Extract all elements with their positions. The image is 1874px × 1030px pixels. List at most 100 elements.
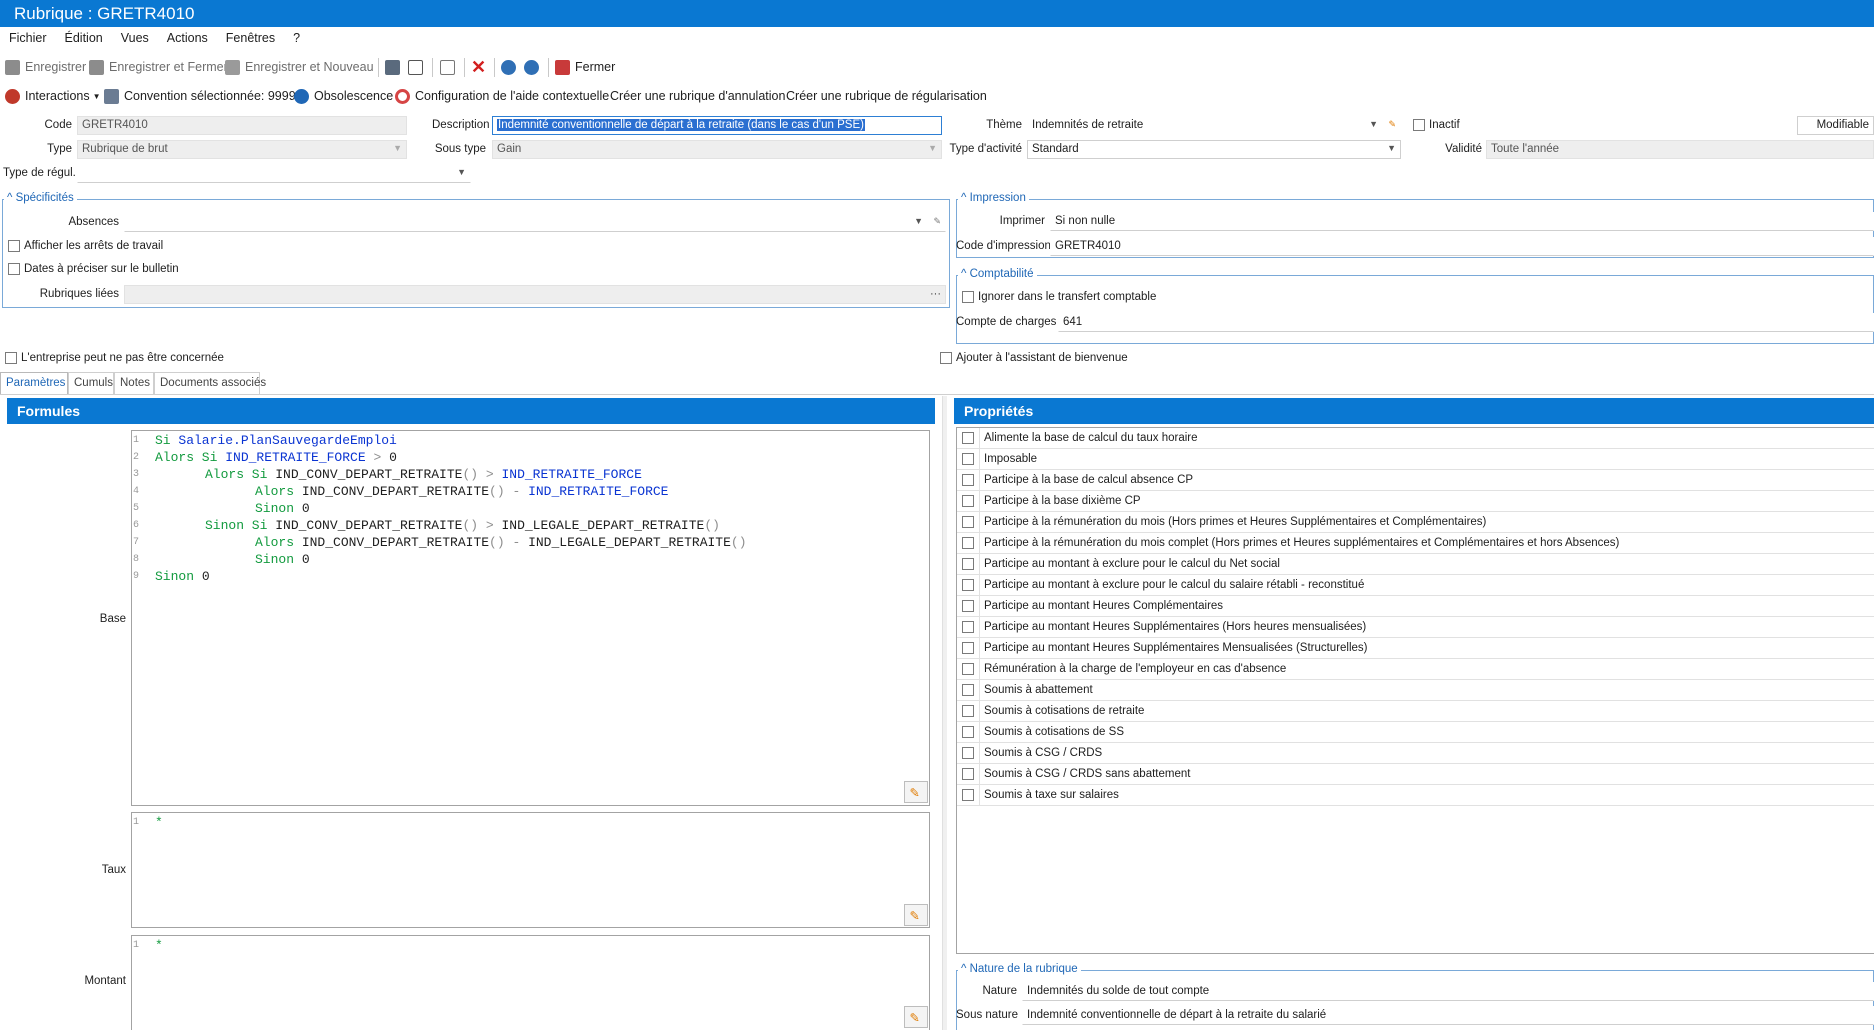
- imprimer-select[interactable]: Si non nulle: [1050, 212, 1874, 231]
- property-row[interactable]: Soumis à cotisations de retraite: [957, 701, 1874, 722]
- tab-parametres[interactable]: Paramètres: [0, 372, 68, 394]
- property-row[interactable]: Participe au montant Heures Complémentai…: [957, 596, 1874, 617]
- description-field[interactable]: Indemnité conventionnelle de départ à la…: [492, 116, 942, 135]
- property-checkbox[interactable]: [962, 558, 974, 570]
- tab-documents[interactable]: Documents associés: [154, 372, 266, 394]
- property-checkbox[interactable]: [962, 642, 974, 654]
- property-checkbox[interactable]: [962, 453, 974, 465]
- property-row[interactable]: Rémunération à la charge de l'employeur …: [957, 659, 1874, 680]
- property-checkbox[interactable]: [962, 600, 974, 612]
- help-config-button[interactable]: Configuration de l'aide contextuelle: [395, 86, 609, 106]
- property-row[interactable]: Participe au montant à exclure pour le c…: [957, 575, 1874, 596]
- taux-edit-button[interactable]: ✎: [904, 904, 928, 926]
- property-checkbox[interactable]: [962, 537, 974, 549]
- property-row[interactable]: Soumis à taxe sur salaires: [957, 785, 1874, 806]
- next-button[interactable]: [524, 57, 544, 77]
- property-checkbox[interactable]: [962, 474, 974, 486]
- sous-nature-field[interactable]: Indemnité conventionnelle de départ à la…: [1022, 1006, 1874, 1025]
- type-activite-select[interactable]: Standard ▼: [1027, 140, 1401, 159]
- property-label: Imposable: [984, 453, 1038, 465]
- property-row[interactable]: Participe à la base dixième CP: [957, 491, 1874, 512]
- property-row[interactable]: Soumis à CSG / CRDS sans abattement: [957, 764, 1874, 785]
- property-row[interactable]: Participe au montant à exclure pour le c…: [957, 554, 1874, 575]
- sous-nature-label: Sous nature: [956, 1009, 1019, 1021]
- montant-edit-button[interactable]: ✎: [904, 1006, 928, 1028]
- save-close-button[interactable]: Enregistrer et Fermer: [89, 57, 228, 77]
- assistant-checkbox[interactable]: [940, 352, 952, 364]
- property-checkbox[interactable]: [962, 789, 974, 801]
- copy-button[interactable]: [440, 57, 460, 77]
- property-checkbox[interactable]: [962, 516, 974, 528]
- code-impression-field[interactable]: GRETR4010: [1050, 237, 1874, 256]
- type-regul-select[interactable]: ▼: [77, 164, 471, 183]
- ignorer-checkbox[interactable]: [962, 291, 974, 303]
- menu-fenetres[interactable]: Fenêtres: [217, 28, 284, 48]
- close-button[interactable]: Fermer: [555, 57, 615, 77]
- property-checkbox[interactable]: [962, 705, 974, 717]
- chevron-down-icon: ▼: [457, 167, 466, 177]
- property-row[interactable]: Participe à la rémunération du mois comp…: [957, 533, 1874, 554]
- code-field[interactable]: GRETR4010: [77, 116, 407, 135]
- base-formula-editor[interactable]: 1 Si Salarie.PlanSauvegardeEmploi 2 Alors S…: [131, 430, 930, 806]
- property-checkbox[interactable]: [962, 432, 974, 444]
- inactif-checkbox[interactable]: [1413, 119, 1425, 131]
- base-edit-button[interactable]: ✎: [904, 781, 928, 803]
- imprimer-label: Imprimer: [999, 215, 1045, 227]
- property-checkbox[interactable]: [962, 768, 974, 780]
- property-checkbox[interactable]: [962, 684, 974, 696]
- nature-field[interactable]: Indemnités du solde de tout compte: [1022, 982, 1874, 1001]
- previous-button[interactable]: [501, 57, 521, 77]
- property-row[interactable]: Participe au montant Heures Supplémentai…: [957, 638, 1874, 659]
- convention-button[interactable]: Convention sélectionnée: 9999: [104, 86, 296, 106]
- property-row[interactable]: Participe au montant Heures Supplémentai…: [957, 617, 1874, 638]
- sous-type-select[interactable]: Gain ▼: [492, 140, 942, 159]
- menu-edition[interactable]: Édition: [56, 28, 112, 48]
- save-button[interactable]: Enregistrer: [5, 57, 86, 77]
- property-row[interactable]: Soumis à CSG / CRDS: [957, 743, 1874, 764]
- compte-field[interactable]: 641: [1058, 313, 1874, 332]
- taux-formula-editor[interactable]: 1 * ✎: [131, 812, 930, 928]
- splitter[interactable]: [942, 396, 947, 1030]
- property-row[interactable]: Imposable: [957, 449, 1874, 470]
- delete-button[interactable]: ✕: [471, 57, 486, 77]
- property-row[interactable]: Soumis à cotisations de SS: [957, 722, 1874, 743]
- save-new-button[interactable]: Enregistrer et Nouveau: [225, 57, 374, 77]
- property-checkbox[interactable]: [962, 621, 974, 633]
- specificites-title[interactable]: ^ Spécificités: [4, 192, 77, 204]
- montant-formula-editor[interactable]: 1 * ✎: [131, 935, 930, 1030]
- obsolescence-button[interactable]: Obsolescence: [294, 86, 393, 106]
- theme-select[interactable]: Indemnités de retraite ▼ ✎: [1027, 116, 1401, 135]
- property-checkbox[interactable]: [962, 663, 974, 675]
- menu-fichier[interactable]: Fichier: [0, 28, 56, 48]
- property-checkbox[interactable]: [962, 579, 974, 591]
- menu-vues[interactable]: Vues: [112, 28, 158, 48]
- menu-help[interactable]: ?: [284, 28, 309, 48]
- impression-title[interactable]: ^ Impression: [958, 192, 1029, 204]
- property-row[interactable]: Alimente la base de calcul du taux horai…: [957, 428, 1874, 449]
- create-regul-button[interactable]: Créer une rubrique de régularisation: [786, 86, 987, 106]
- property-row[interactable]: Participe à la rémunération du mois (Hor…: [957, 512, 1874, 533]
- create-cancel-button[interactable]: Créer une rubrique d'annulation: [610, 86, 785, 106]
- property-row[interactable]: Soumis à abattement: [957, 680, 1874, 701]
- code-token: IND_LEGALE_DEPART_RETRAITE: [501, 518, 705, 533]
- code-token: IND_CONV_DEPART_RETRAITE: [301, 535, 490, 550]
- absences-select[interactable]: ▼ ✎: [124, 213, 946, 232]
- comptabilite-title[interactable]: ^ Comptabilité: [958, 268, 1037, 280]
- property-row[interactable]: Participe à la base de calcul absence CP: [957, 470, 1874, 491]
- menu-actions[interactable]: Actions: [158, 28, 217, 48]
- validite-field[interactable]: Toute l'année: [1486, 140, 1874, 159]
- property-checkbox[interactable]: [962, 747, 974, 759]
- arrets-checkbox[interactable]: [8, 240, 20, 252]
- tab-notes[interactable]: Notes: [114, 372, 154, 394]
- entreprise-checkbox[interactable]: [5, 352, 17, 364]
- print-preview-button[interactable]: [408, 57, 428, 77]
- type-select[interactable]: Rubrique de brut ▼: [77, 140, 407, 159]
- property-checkbox[interactable]: [962, 495, 974, 507]
- dates-checkbox[interactable]: [8, 263, 20, 275]
- print-button[interactable]: [385, 57, 405, 77]
- property-checkbox[interactable]: [962, 726, 974, 738]
- tab-cumuls[interactable]: Cumuls: [68, 372, 114, 394]
- nature-title[interactable]: ^ Nature de la rubrique: [958, 963, 1081, 975]
- interactions-dropdown[interactable]: Interactions ▼: [5, 86, 101, 106]
- rubriques-liees-field[interactable]: ···: [124, 285, 946, 304]
